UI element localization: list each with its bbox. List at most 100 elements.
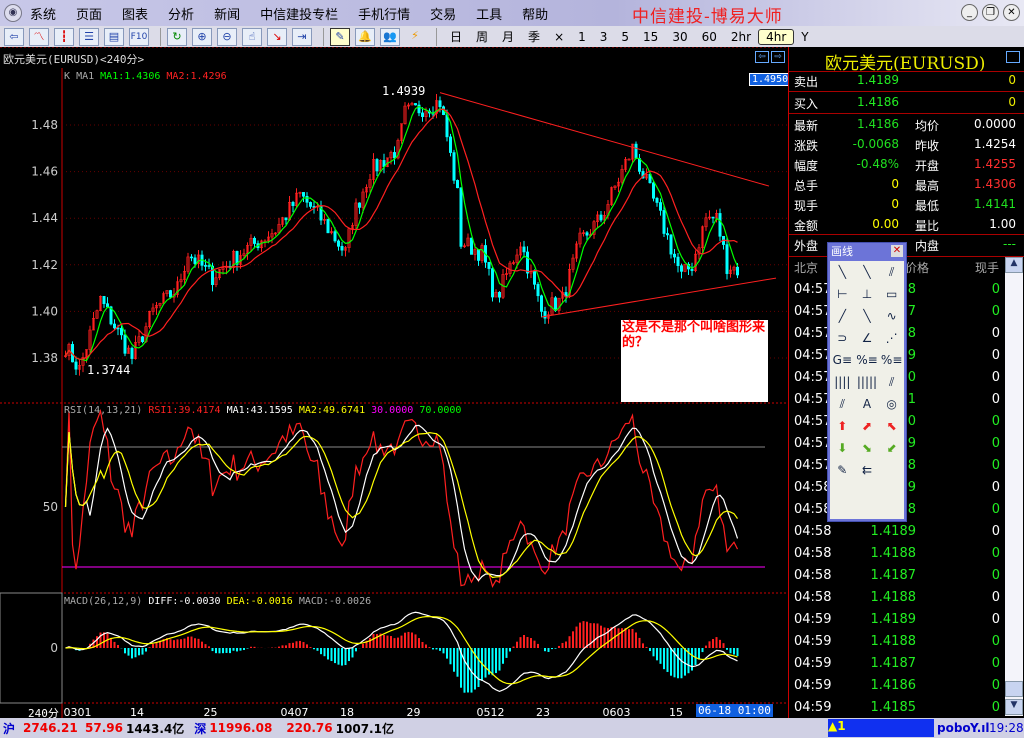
- up-right-arrow-icon[interactable]: ⬈: [855, 415, 880, 437]
- back-icon[interactable]: ⇦: [4, 27, 24, 46]
- tick-volume: 0: [991, 458, 1000, 473]
- period-2hr[interactable]: 2hr: [724, 30, 758, 44]
- hand-icon[interactable]: ☝: [242, 27, 262, 46]
- scroll-left-button[interactable]: ⇦: [755, 51, 769, 63]
- period-×[interactable]: ×: [547, 30, 571, 44]
- period-Y[interactable]: Y: [794, 30, 815, 44]
- period-季[interactable]: 季: [521, 28, 547, 45]
- tick-volume: 0: [991, 480, 1000, 495]
- period-5[interactable]: 5: [614, 30, 636, 44]
- up-left-arrow-icon[interactable]: ⬉: [879, 415, 904, 437]
- down-right-arrow-icon[interactable]: ⬊: [855, 437, 880, 459]
- fibonacci-icon[interactable]: %≡: [879, 349, 904, 371]
- candle-body: [207, 265, 211, 267]
- menu-chart[interactable]: 图表: [122, 4, 148, 23]
- kline-icon[interactable]: ┇: [54, 27, 74, 46]
- menu-news[interactable]: 新闻: [214, 4, 240, 23]
- zoom-out-icon[interactable]: ⊖: [217, 27, 237, 46]
- window-icon[interactable]: ↘: [267, 27, 287, 46]
- up-arrow-icon[interactable]: ⬆: [830, 415, 855, 437]
- close-popup-button[interactable]: ✕: [891, 245, 903, 257]
- period-3[interactable]: 3: [593, 30, 615, 44]
- down-arrow-icon[interactable]: ⬇: [830, 437, 855, 459]
- scroll-up-button[interactable]: ▲: [1005, 257, 1023, 273]
- candle: [371, 153, 375, 186]
- lightning-icon[interactable]: ⚡: [405, 28, 425, 46]
- draw-line-icon[interactable]: ✎: [330, 27, 350, 46]
- draw-tools-popup[interactable]: 画线 ✕ ╲ ╲ ⫽ ⊢ ⊥ ▭ ╱ ╲ ∿ ⊃ ∠ ⋰ G≡ %≡ %≡ |||| ||||| ⫽ ⫽ A ◎ ⬆ ⬈ ⬉ ⬇…: [827, 242, 907, 522]
- gann-icon[interactable]: G≡: [830, 349, 855, 371]
- menu-help[interactable]: 帮助: [522, 4, 548, 23]
- wave-icon[interactable]: ∿: [879, 305, 904, 327]
- parallel-line-icon[interactable]: ⫽: [879, 261, 904, 283]
- down-left-arrow-icon[interactable]: ⬋: [879, 437, 904, 459]
- annotation-note[interactable]: 这是不是那个叫啥图形来的？: [621, 320, 768, 402]
- fibonacci-time-icon[interactable]: |||||: [855, 371, 880, 393]
- kline-chart[interactable]: 1.48 1.46 1.44 1.42 1.40 1.38 50 0 0301 14 25 0407 1…: [0, 47, 792, 720]
- app-logo-icon[interactable]: ◉: [4, 4, 22, 22]
- scroll-right-button[interactable]: ⇨: [771, 51, 785, 63]
- maximize-panel-icon[interactable]: [1006, 51, 1020, 63]
- vertical-line-icon[interactable]: ⊥: [855, 283, 880, 305]
- down-line-icon[interactable]: ╲: [855, 305, 880, 327]
- line-chart-icon[interactable]: 〽: [29, 27, 49, 46]
- up-line-icon[interactable]: ╱: [830, 305, 855, 327]
- period-日[interactable]: 日: [443, 28, 469, 45]
- y-tick: 1.46: [31, 165, 58, 179]
- menu-system[interactable]: 系统: [30, 4, 56, 23]
- ray-icon[interactable]: ╲: [855, 261, 880, 283]
- tick-scrollbar[interactable]: ▲ ▼: [1005, 257, 1023, 716]
- period-周[interactable]: 周: [469, 28, 495, 45]
- minimize-button[interactable]: _: [961, 4, 978, 21]
- period-4hr[interactable]: 4hr: [758, 28, 795, 45]
- line-segment-icon[interactable]: ╲: [830, 261, 855, 283]
- arc-icon[interactable]: ⊃: [830, 327, 855, 349]
- scroll-down-button[interactable]: ▼: [1005, 699, 1023, 715]
- refresh-icon[interactable]: ↻: [167, 27, 187, 46]
- period-30[interactable]: 30: [665, 30, 694, 44]
- x-tick: 15: [669, 706, 683, 718]
- restore-button[interactable]: ❐: [982, 4, 999, 21]
- menu-analysis[interactable]: 分析: [168, 4, 194, 23]
- delete-all-icon[interactable]: ⇇: [855, 459, 880, 481]
- menu-column[interactable]: 中信建投专栏: [260, 4, 338, 23]
- menu-page[interactable]: 页面: [76, 4, 102, 23]
- close-button[interactable]: ✕: [1003, 4, 1020, 21]
- text-icon[interactable]: A: [855, 393, 880, 415]
- fan-icon[interactable]: ⋰: [879, 327, 904, 349]
- alarm-icon[interactable]: 🔔: [355, 27, 375, 46]
- eraser-icon[interactable]: ✎: [830, 459, 855, 481]
- period-60[interactable]: 60: [695, 30, 724, 44]
- candle: [595, 211, 599, 229]
- candle-body: [599, 214, 603, 221]
- menu-mobile[interactable]: 手机行情: [358, 4, 410, 23]
- candle: [683, 263, 687, 273]
- candle-body: [130, 347, 134, 359]
- period-月[interactable]: 月: [495, 28, 521, 45]
- list-icon[interactable]: ☰: [79, 27, 99, 46]
- f10-icon[interactable]: F10: [129, 27, 149, 46]
- rsi-name: RSI(14,13,21): [64, 405, 143, 416]
- menu-tools[interactable]: 工具: [476, 4, 502, 23]
- scroll-thumb[interactable]: [1005, 681, 1023, 697]
- export-icon[interactable]: ⇥: [292, 27, 312, 46]
- zoom-in-icon[interactable]: ⊕: [192, 27, 212, 46]
- menu-trade[interactable]: 交易: [430, 4, 456, 23]
- candle: [127, 345, 131, 354]
- angle-icon[interactable]: ∠: [855, 327, 880, 349]
- horizontal-line-icon[interactable]: ⊢: [830, 283, 855, 305]
- period-line-icon[interactable]: ||||: [830, 371, 855, 393]
- percent-icon[interactable]: %≡: [855, 349, 880, 371]
- period-1[interactable]: 1: [571, 30, 593, 44]
- candle-body: [735, 266, 739, 276]
- report-icon[interactable]: ▤: [104, 27, 124, 46]
- candle: [399, 123, 403, 144]
- speed-line-icon[interactable]: ⫽: [879, 371, 904, 393]
- period-15[interactable]: 15: [636, 30, 665, 44]
- candle: [190, 254, 194, 262]
- rectangle-icon[interactable]: ▭: [879, 283, 904, 305]
- alert-indicator[interactable]: ▲1: [828, 719, 934, 737]
- users-icon[interactable]: 👥: [380, 27, 400, 46]
- cycle-icon[interactable]: ◎: [879, 393, 904, 415]
- gann-fan-icon[interactable]: ⫽: [830, 393, 855, 415]
